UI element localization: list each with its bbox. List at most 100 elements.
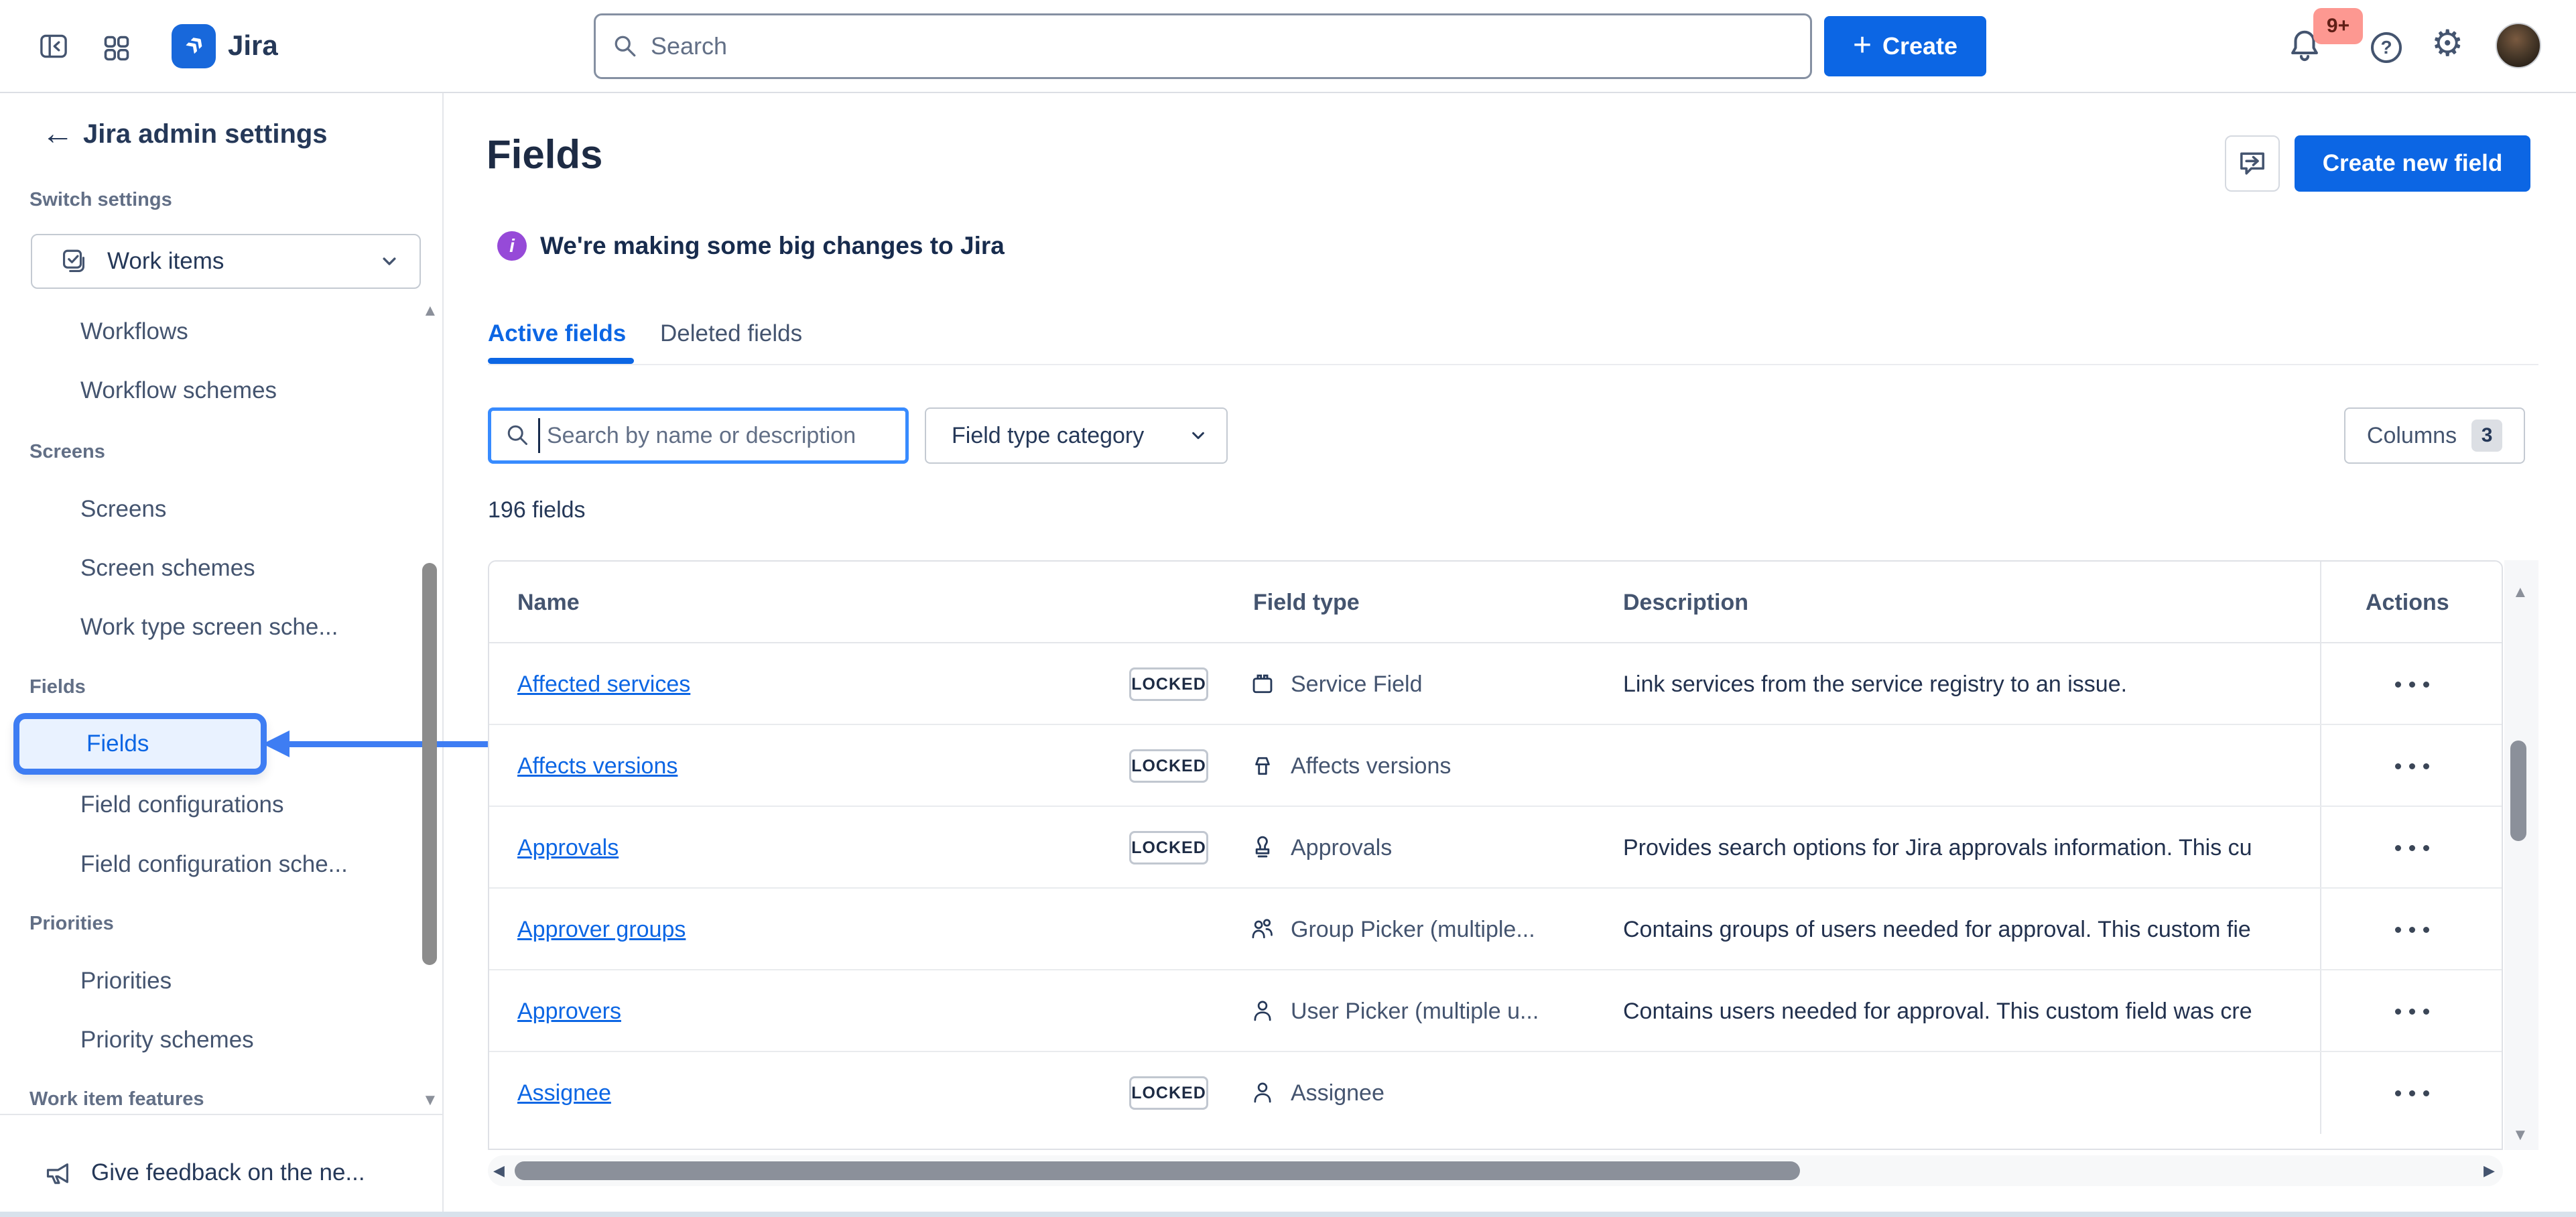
- row-actions-button[interactable]: [2321, 889, 2503, 970]
- tab-active-fields[interactable]: Active fields: [488, 320, 626, 353]
- field-name-link[interactable]: Approvers: [517, 999, 621, 1025]
- banner-message: We're making some big changes to Jira: [540, 232, 1005, 260]
- sidebar-section-work-item-features: Work item features: [29, 1080, 204, 1118]
- field-name-link[interactable]: Approvals: [517, 835, 619, 861]
- field-type-label: Service Field: [1291, 671, 1423, 698]
- field-name-link[interactable]: Affected services: [517, 671, 690, 698]
- annotation-arrow: [287, 741, 505, 747]
- field-description: Contains users needed for approval. This…: [1623, 999, 2252, 1025]
- table-scroll-down-icon[interactable]: ▼: [2512, 1127, 2528, 1143]
- affects-versions-icon: [1249, 753, 1276, 779]
- sidebar-item-screens[interactable]: Screens: [80, 480, 166, 539]
- table-row: Approvers User Picker (multiple u... Con…: [489, 970, 2502, 1052]
- sidebar-item-field-configuration-schemes[interactable]: Field configuration sche...: [80, 835, 348, 894]
- app-name: Jira: [228, 29, 278, 62]
- sidebar-item-fields-selected[interactable]: Fields: [13, 713, 267, 775]
- table-scrollbar-track: [2504, 560, 2538, 1150]
- help-button[interactable]: ?: [2371, 32, 2402, 63]
- row-actions-button[interactable]: [2321, 643, 2503, 725]
- table-horizontal-scrollbar[interactable]: [515, 1161, 1800, 1180]
- sidebar-scroll-down-icon[interactable]: ▼: [422, 1092, 438, 1108]
- megaphone-icon: [44, 1158, 74, 1188]
- feedback-bubble-icon: [2236, 147, 2269, 180]
- sidebar-feedback-link[interactable]: Give feedback on the ne...: [44, 1143, 365, 1202]
- user-avatar[interactable]: [2496, 23, 2541, 68]
- search-icon: [505, 422, 531, 449]
- locked-badge: LOCKED: [1129, 831, 1208, 864]
- field-name-link[interactable]: Approver groups: [517, 917, 686, 943]
- settings-button[interactable]: ⚙: [2431, 25, 2463, 62]
- global-search[interactable]: [594, 13, 1812, 79]
- field-name-link[interactable]: Assignee: [517, 1080, 611, 1106]
- jira-logo-icon: »: [175, 26, 210, 61]
- field-name-link[interactable]: Affects versions: [517, 753, 678, 779]
- tab-deleted-fields[interactable]: Deleted fields: [660, 320, 802, 353]
- sidebar-item-workflow-schemes[interactable]: Workflow schemes: [80, 361, 277, 420]
- columns-button-label: Columns: [2367, 423, 2457, 449]
- sidebar-section-priorities: Priorities: [29, 904, 114, 943]
- scroll-right-icon[interactable]: ▶: [2484, 1163, 2495, 1178]
- page-feedback-button[interactable]: [2225, 135, 2280, 192]
- settings-switcher-dropdown[interactable]: Work items: [31, 234, 421, 289]
- table-row: Assignee LOCKED Assignee: [489, 1052, 2502, 1134]
- row-actions-button[interactable]: [2321, 970, 2503, 1052]
- field-type-category-label: Field type category: [952, 423, 1187, 449]
- user-picker-icon: [1249, 998, 1276, 1025]
- locked-badge: LOCKED: [1129, 749, 1208, 783]
- sidebar-item-field-configurations[interactable]: Field configurations: [80, 775, 284, 834]
- create-new-field-button[interactable]: Create new field: [2295, 135, 2530, 192]
- columns-button[interactable]: Columns 3: [2344, 407, 2525, 464]
- top-navigation-bar: » Jira + Create 9+ ? ⚙: [0, 0, 2576, 93]
- sidebar-scrollbar[interactable]: [422, 563, 437, 965]
- table-scroll-up-icon[interactable]: ▲: [2512, 584, 2528, 600]
- sidebar-section-fields: Fields: [29, 667, 86, 706]
- field-type-label: Group Picker (multiple...: [1291, 917, 1535, 943]
- field-type-label: Assignee: [1291, 1080, 1384, 1106]
- column-header-name[interactable]: Name: [517, 562, 580, 643]
- row-actions-button[interactable]: [2321, 1052, 2503, 1134]
- scroll-left-icon[interactable]: ◀: [493, 1163, 505, 1178]
- table-row: Approver groups Group Picker (multiple..…: [489, 889, 2502, 970]
- approvals-stamp-icon: [1249, 834, 1276, 861]
- create-button[interactable]: + Create: [1824, 16, 1986, 76]
- work-items-icon: [59, 247, 88, 275]
- actions-column-divider: [2320, 562, 2321, 642]
- global-search-input[interactable]: [651, 32, 1794, 60]
- sidebar-item-priority-schemes[interactable]: Priority schemes: [80, 1011, 254, 1070]
- sidebar-item-workflows[interactable]: Workflows: [80, 302, 188, 361]
- table-header-row: Name Field type Description Actions: [489, 562, 2502, 643]
- back-arrow-icon[interactable]: ←: [42, 115, 74, 152]
- field-description: Link services from the service registry …: [1623, 671, 2127, 698]
- column-header-description[interactable]: Description: [1623, 562, 1748, 643]
- text-cursor: [538, 418, 540, 453]
- field-search-box[interactable]: [488, 407, 909, 464]
- sidebar-feedback-label: Give feedback on the ne...: [91, 1159, 365, 1186]
- field-search-input[interactable]: [547, 423, 892, 449]
- field-description: Contains groups of users needed for appr…: [1623, 917, 2251, 943]
- sidebar-item-priorities[interactable]: Priorities: [80, 952, 172, 1011]
- sidebar-item-screen-schemes[interactable]: Screen schemes: [80, 539, 255, 598]
- table-vertical-scrollbar[interactable]: [2510, 741, 2526, 841]
- fields-table: Name Field type Description Actions Affe…: [488, 560, 2503, 1150]
- table-row: Affects versions LOCKED Affects versions: [489, 725, 2502, 807]
- chevron-down-icon: [378, 250, 401, 273]
- plus-icon: +: [1853, 27, 1872, 64]
- locked-badge: LOCKED: [1129, 1076, 1208, 1110]
- field-type-label: User Picker (multiple u...: [1291, 999, 1539, 1025]
- sidebar-section-screens: Screens: [29, 432, 105, 471]
- row-actions-button[interactable]: [2321, 807, 2503, 889]
- switch-settings-caption: Switch settings: [29, 189, 172, 211]
- field-type-label: Affects versions: [1291, 753, 1451, 779]
- notifications-count-badge: 9+: [2313, 8, 2363, 44]
- sidebar-footer-divider: [0, 1114, 442, 1115]
- row-actions-button[interactable]: [2321, 725, 2503, 807]
- field-type-category-dropdown[interactable]: Field type category: [925, 407, 1228, 464]
- jira-logo[interactable]: »: [172, 24, 216, 68]
- collapse-sidebar-button[interactable]: [38, 31, 70, 62]
- app-switcher-button[interactable]: [101, 34, 133, 63]
- column-header-field-type[interactable]: Field type: [1253, 562, 1360, 643]
- app-switcher-grid-icon: [102, 34, 131, 63]
- sidebar-item-work-type-screen-schemes[interactable]: Work type screen sche...: [80, 598, 338, 657]
- field-type-label: Approvals: [1291, 835, 1392, 861]
- sidebar-scroll-up-icon[interactable]: ▲: [422, 303, 438, 319]
